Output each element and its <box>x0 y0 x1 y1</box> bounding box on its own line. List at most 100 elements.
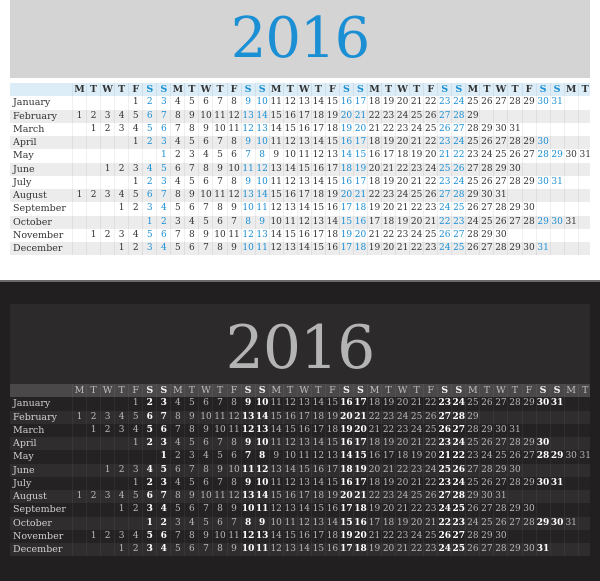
day-cell: 18 <box>324 228 339 242</box>
day-cell <box>577 437 592 451</box>
day-cell: 19 <box>338 529 353 543</box>
day-cell: 4 <box>114 109 128 123</box>
day-cell: 27 <box>493 397 507 411</box>
day-cell: 19 <box>352 162 367 176</box>
day-cell: 19 <box>324 189 339 203</box>
day-cell <box>577 476 592 490</box>
day-cell: 11 <box>240 162 255 176</box>
day-cell: 9 <box>184 410 198 424</box>
day-cell: 11 <box>226 423 241 437</box>
day-cell: 9 <box>254 516 269 530</box>
day-cell: 28 <box>507 96 521 110</box>
day-cell: 26 <box>437 122 451 136</box>
day-cell: 19 <box>324 490 339 504</box>
day-cell: 11 <box>296 149 311 163</box>
weekday-header: S <box>338 384 353 398</box>
day-cell: 5 <box>142 228 156 242</box>
day-cell: 7 <box>170 423 184 437</box>
weekday-header: S <box>156 384 170 398</box>
day-cell: 16 <box>352 516 367 530</box>
weekday-header: S <box>142 83 156 97</box>
day-cell: 3 <box>100 410 114 424</box>
day-cell <box>535 202 550 216</box>
day-cell: 3 <box>114 228 128 242</box>
day-cell: 25 <box>409 410 423 424</box>
day-cell: 22 <box>366 410 381 424</box>
day-cell: 22 <box>381 228 395 242</box>
day-cell: 9 <box>226 202 241 216</box>
day-cell: 2 <box>128 202 142 216</box>
day-cell: 26 <box>479 96 493 110</box>
day-cell: 10 <box>254 437 269 451</box>
month-label: February <box>13 411 58 423</box>
day-cell: 2 <box>142 96 156 110</box>
day-cell: 29 <box>507 543 521 557</box>
day-cell: 15 <box>338 215 353 229</box>
day-cell <box>142 450 156 464</box>
day-cell: 20 <box>338 189 353 203</box>
day-cell: 7 <box>170 228 184 242</box>
day-cell: 10 <box>212 423 226 437</box>
day-cell: 16 <box>324 242 339 256</box>
day-cell <box>563 189 578 203</box>
day-cell: 23 <box>381 189 395 203</box>
day-cell: 21 <box>366 122 381 136</box>
day-cell <box>100 450 114 464</box>
day-cell: 30 <box>493 423 507 437</box>
day-cell <box>577 242 592 256</box>
day-cell: 11 <box>268 96 283 110</box>
day-cell: 30 <box>535 96 550 110</box>
day-cell <box>86 162 100 176</box>
day-cell: 18 <box>381 215 395 229</box>
day-cell <box>577 228 592 242</box>
day-cell: 14 <box>310 397 325 411</box>
day-cell: 10 <box>212 122 226 136</box>
day-cell: 7 <box>212 397 226 411</box>
day-cell <box>114 397 128 411</box>
day-cell: 26 <box>465 242 479 256</box>
day-cell: 21 <box>409 476 423 490</box>
day-cell: 30 <box>493 228 507 242</box>
day-cell: 12 <box>240 228 255 242</box>
day-cell: 12 <box>226 490 241 504</box>
day-cell: 1 <box>72 189 86 203</box>
day-cell: 14 <box>296 242 311 256</box>
weekday-header: M <box>72 384 86 398</box>
day-cell: 1 <box>114 503 128 517</box>
weekday-header: T <box>409 384 423 398</box>
day-cell: 15 <box>310 202 325 216</box>
day-cell: 3 <box>100 490 114 504</box>
day-cell: 15 <box>282 529 297 543</box>
weekday-header: T <box>86 83 100 97</box>
day-cell: 15 <box>268 189 283 203</box>
day-cell: 8 <box>212 242 226 256</box>
day-cell: 4 <box>184 516 198 530</box>
day-cell: 16 <box>282 189 297 203</box>
weekday-header: S <box>338 83 353 97</box>
day-cell <box>563 136 578 150</box>
day-cell: 7 <box>156 490 170 504</box>
day-cell: 12 <box>296 516 311 530</box>
day-cell: 6 <box>184 543 198 557</box>
day-cell: 30 <box>521 242 536 256</box>
day-cell: 26 <box>423 189 437 203</box>
day-cell: 30 <box>507 162 521 176</box>
day-cell: 2 <box>128 242 142 256</box>
day-cell: 13 <box>296 437 311 451</box>
day-cell: 18 <box>395 149 409 163</box>
day-cell <box>100 503 114 517</box>
weekday-header: S <box>156 83 170 97</box>
day-cell: 29 <box>507 202 521 216</box>
day-cell: 2 <box>114 463 128 477</box>
day-cell: 6 <box>198 397 212 411</box>
weekday-header: W <box>100 83 114 97</box>
day-cell: 20 <box>352 122 367 136</box>
day-cell: 25 <box>479 516 493 530</box>
day-cell <box>72 242 86 256</box>
day-cell: 26 <box>507 149 521 163</box>
day-cell: 1 <box>100 463 114 477</box>
day-cell <box>577 122 592 136</box>
day-cell: 7 <box>198 202 212 216</box>
day-cell <box>563 122 578 136</box>
day-cell: 18 <box>366 437 381 451</box>
